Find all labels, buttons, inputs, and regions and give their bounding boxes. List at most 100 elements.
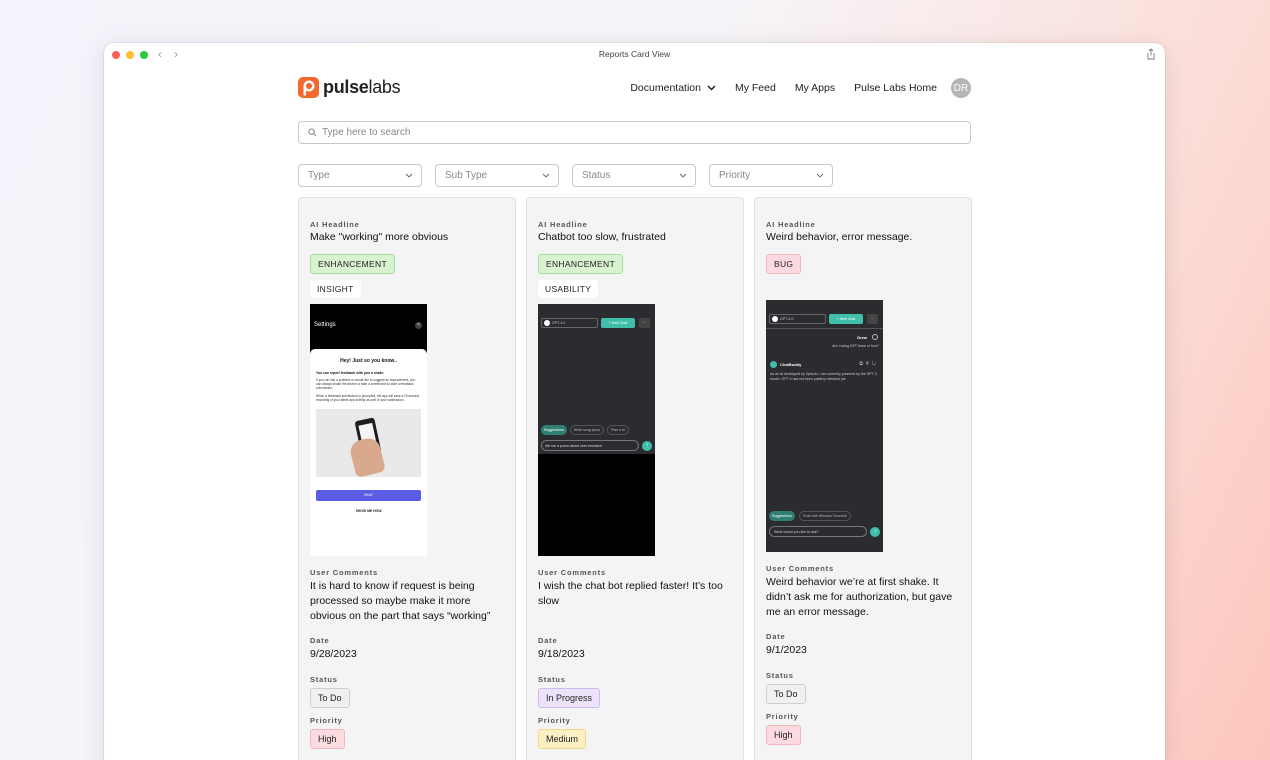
close-icon: × xyxy=(415,322,422,329)
subtype-tag: USABILITY xyxy=(538,280,599,298)
modal-bold-text: You can report feedback with just a shak… xyxy=(316,371,384,375)
status-badge[interactable]: In Progress xyxy=(538,688,601,708)
priority-badge[interactable]: High xyxy=(310,729,345,749)
report-card[interactable]: AI Headline Weird behavior, error messag… xyxy=(754,197,972,760)
date-label: Date xyxy=(310,636,330,645)
new-chat-button[interactable]: + New Chat xyxy=(829,314,863,324)
priority-label: Priority xyxy=(538,716,571,725)
search-bar xyxy=(298,121,971,144)
filter-sub-type[interactable]: Sub Type xyxy=(435,164,559,187)
ai-headline: Chatbot too slow, frustrated xyxy=(538,231,666,243)
chevron-down-icon xyxy=(542,173,550,178)
nav-documentation[interactable]: Documentation xyxy=(630,82,716,94)
top-nav: Documentation My Feed My Apps Pulse Labs… xyxy=(630,77,971,99)
report-date: 9/18/2023 xyxy=(538,648,585,660)
report-date: 9/1/2023 xyxy=(766,644,807,656)
title-bar: ‹ › Reports Card View xyxy=(104,43,1165,67)
avatar[interactable]: DR xyxy=(951,78,971,98)
chatgpt-icon xyxy=(772,316,778,322)
chatgpt-icon xyxy=(544,320,550,326)
ai-headline-label: AI Headline xyxy=(538,220,588,229)
user-comments: Weird behavior we’re at first shake. It … xyxy=(766,576,953,618)
status-badge[interactable]: To Do xyxy=(766,684,806,704)
ai-headline-label: AI Headline xyxy=(766,220,816,229)
report-screenshot[interactable]: GPT-4.0 + New Chat ··· Drew Are I using … xyxy=(766,300,883,552)
nav-my-apps[interactable]: My Apps xyxy=(795,82,835,94)
chevron-down-icon xyxy=(405,173,413,178)
chevron-down-icon xyxy=(816,173,824,178)
priority-badge[interactable]: High xyxy=(766,725,801,745)
new-chat-button[interactable]: + New Chat xyxy=(601,318,635,328)
more-icon: ··· xyxy=(867,314,878,324)
type-tag: ENHANCEMENT xyxy=(310,254,395,274)
nav-pulse-labs-home[interactable]: Pulse Labs Home xyxy=(854,82,937,94)
status-badge[interactable]: To Do xyxy=(310,688,350,708)
show-me-how-link[interactable]: SHOW ME HOW xyxy=(316,509,421,513)
user-comments-label: User Comments xyxy=(538,568,606,577)
status-label: Status xyxy=(310,675,338,684)
filter-bar: Type Sub Type Status Priority xyxy=(298,164,833,187)
priority-label: Priority xyxy=(766,712,799,721)
send-button[interactable]: ↑ xyxy=(642,441,652,451)
pulse-labs-logo[interactable]: pulselabs xyxy=(298,77,401,98)
user-comments-label: User Comments xyxy=(766,564,834,573)
chat-input[interactable]: What would you like to ask? xyxy=(769,526,867,537)
bot-icon xyxy=(770,361,777,368)
suggestion-chip-active[interactable]: Suggestions xyxy=(541,425,567,435)
user-comments-label: User Comments xyxy=(310,568,378,577)
user-message-name: Drew xyxy=(857,335,867,340)
modal-title: Hey! Just so you know.. xyxy=(340,358,397,364)
divider xyxy=(766,328,883,329)
model-selector: GPT-4.0 xyxy=(769,314,826,324)
report-card[interactable]: AI Headline Make "working" more obvious … xyxy=(298,197,516,760)
user-icon xyxy=(872,334,878,340)
type-tag: ENHANCEMENT xyxy=(538,254,623,274)
share-icon[interactable] xyxy=(1145,48,1157,60)
modal-text: When a feedback submission is prompted, … xyxy=(316,394,419,402)
suggestion-chip[interactable]: Write song lyrics xyxy=(569,425,605,435)
priority-label: Priority xyxy=(310,716,343,725)
user-comments: I wish the chat bot replied faster! It’s… xyxy=(538,580,723,607)
suggestion-chip[interactable]: Chat with Winston Churchill xyxy=(798,511,851,521)
send-button[interactable]: ↑ xyxy=(870,527,880,537)
report-card[interactable]: AI Headline Chatbot too slow, frustrated… xyxy=(526,197,744,760)
filter-type[interactable]: Type xyxy=(298,164,422,187)
modal-text: If you run into a problem or would like … xyxy=(316,378,416,390)
ai-headline: Weird behavior, error message. xyxy=(766,231,913,243)
logo-wordmark: pulselabs xyxy=(323,77,401,97)
pulse-labs-logo-icon xyxy=(298,77,319,98)
chevron-down-icon xyxy=(679,173,687,178)
feedback-modal: Hey! Just so you know.. You can report f… xyxy=(310,349,427,556)
user-message: Are I using GPT three or four? xyxy=(832,344,879,348)
chevron-down-icon xyxy=(707,85,716,91)
shake-illustration xyxy=(316,409,421,477)
ai-headline-label: AI Headline xyxy=(310,220,360,229)
status-label: Status xyxy=(538,675,566,684)
report-cards: AI Headline Make "working" more obvious … xyxy=(298,197,972,760)
bot-message: As an AI developed by OpenAI, I am curre… xyxy=(770,372,877,381)
message-actions: ⧉⇧↻ xyxy=(859,361,879,367)
status-label: Status xyxy=(766,671,794,680)
filter-status[interactable]: Status xyxy=(572,164,696,187)
user-comments: It is hard to know if request is being p… xyxy=(310,580,491,622)
report-screenshot[interactable]: Settings × Hey! Just so you know.. You c… xyxy=(310,304,427,556)
okay-button[interactable]: OKAY xyxy=(316,490,421,501)
settings-title: Settings xyxy=(314,322,336,328)
search-icon xyxy=(308,128,317,137)
chat-input[interactable]: rite me a poem about user research xyxy=(541,440,639,451)
filter-priority[interactable]: Priority xyxy=(709,164,833,187)
model-selector: GPT-4.0 xyxy=(541,318,598,328)
search-input[interactable] xyxy=(322,127,922,138)
ai-headline: Make "working" more obvious xyxy=(310,231,449,243)
suggestion-chip-active[interactable]: Suggestions xyxy=(769,511,795,521)
suggestion-chips: Suggestions Chat with Winston Churchill xyxy=(769,511,851,521)
priority-badge[interactable]: Medium xyxy=(538,729,587,749)
more-icon: ··· xyxy=(639,318,650,328)
subtype-tag: INSIGHT xyxy=(310,280,361,298)
nav-my-feed[interactable]: My Feed xyxy=(735,82,776,94)
date-label: Date xyxy=(766,632,786,641)
suggestion-chips: Suggestions Write song lyrics Plan a tri xyxy=(541,425,630,435)
type-tag: BUG xyxy=(766,254,802,274)
suggestion-chip[interactable]: Plan a tri xyxy=(607,425,630,435)
report-screenshot[interactable]: GPT-4.0 + New Chat ··· Suggestions Write… xyxy=(538,304,655,556)
